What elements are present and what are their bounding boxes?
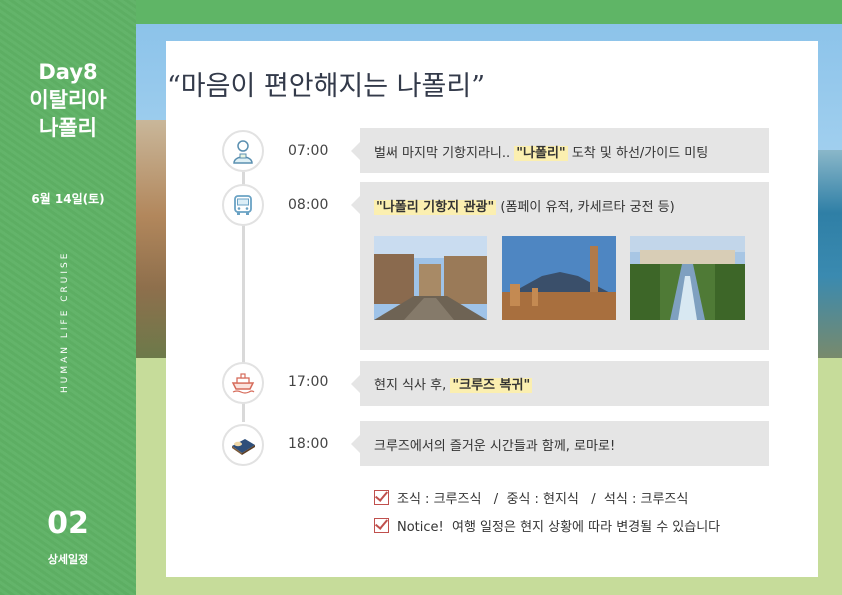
city-name: 나폴리 bbox=[39, 116, 97, 140]
schedule-item: 벌써 마지막 기항지라니.. "나폴리" 도착 및 하선/가이드 미팅 bbox=[351, 128, 769, 173]
schedule-text: 크루즈에서의 즐거운 시간들과 함께, 로마로! bbox=[374, 435, 615, 454]
pompeii-street-photo bbox=[374, 236, 487, 320]
schedule-text-pre: 벌써 마지막 기항지라니.. bbox=[374, 146, 515, 161]
schedule-item: 크루즈에서의 즐거운 시간들과 함께, 로마로! bbox=[351, 421, 769, 466]
schedule-text-post: (폼페이 유적, 카세르타 궁전 등) bbox=[496, 200, 675, 215]
pompeii-vesuvius-photo bbox=[502, 236, 616, 320]
top-green-band bbox=[136, 0, 842, 24]
schedule-highlight: "나폴리 기항지 관광" bbox=[374, 200, 497, 215]
time-label: 17:00 bbox=[288, 374, 329, 390]
schedule-text-pre: 크루즈에서의 즐거운 시간들과 함께, 로마로! bbox=[374, 439, 616, 454]
caserta-palace-photo bbox=[630, 236, 745, 320]
cruise-ship-icon bbox=[222, 362, 264, 404]
checkbox-icon bbox=[374, 518, 389, 533]
section-label: 상세일정 bbox=[47, 553, 89, 566]
brand-vertical-text: HUMAN LIFE CRUISE bbox=[60, 250, 70, 394]
date-label: 6월 14일(토) bbox=[31, 192, 105, 206]
time-label: 07:00 bbox=[288, 143, 329, 159]
guide-icon bbox=[222, 130, 264, 172]
meal-note-text: 조식 : 크루즈식 / 중식 : 현지식 / 석식 : 크루즈식 bbox=[397, 492, 689, 507]
schedule-highlight: "크루즈 복귀" bbox=[450, 378, 533, 393]
meal-note: 조식 : 크루즈식 / 중식 : 현지식 / 석식 : 크루즈식 bbox=[374, 488, 688, 507]
time-label: 18:00 bbox=[288, 436, 329, 452]
notice-note-text: Notice! 여행 일정은 현지 상황에 따라 변경될 수 있습니다 bbox=[397, 520, 721, 535]
time-label: 08:00 bbox=[288, 197, 329, 213]
schedule-text-pre: 현지 식사 후, bbox=[374, 378, 451, 393]
bus-icon bbox=[222, 184, 264, 226]
schedule-item: 현지 식사 후, "크루즈 복귀" bbox=[351, 361, 769, 406]
notice-note: Notice! 여행 일정은 현지 상황에 따라 변경될 수 있습니다 bbox=[374, 516, 720, 535]
schedule-text: "나폴리 기항지 관광" (폼페이 유적, 카세르타 궁전 등) bbox=[374, 196, 675, 215]
section-number: 02 bbox=[47, 506, 89, 541]
bed-icon bbox=[222, 424, 264, 466]
background-sea bbox=[818, 150, 842, 360]
checkbox-icon bbox=[374, 490, 389, 505]
page-title: “마음이 편안해지는 나폴리” bbox=[166, 71, 485, 102]
schedule-text-post: 도착 및 하선/가이드 미팅 bbox=[567, 146, 709, 161]
schedule-text: 현지 식사 후, "크루즈 복귀" bbox=[374, 374, 533, 393]
schedule-highlight: "나폴리" bbox=[514, 146, 568, 161]
background-city bbox=[136, 120, 166, 360]
schedule-text: 벌써 마지막 기항지라니.. "나폴리" 도착 및 하선/가이드 미팅 bbox=[374, 142, 708, 161]
